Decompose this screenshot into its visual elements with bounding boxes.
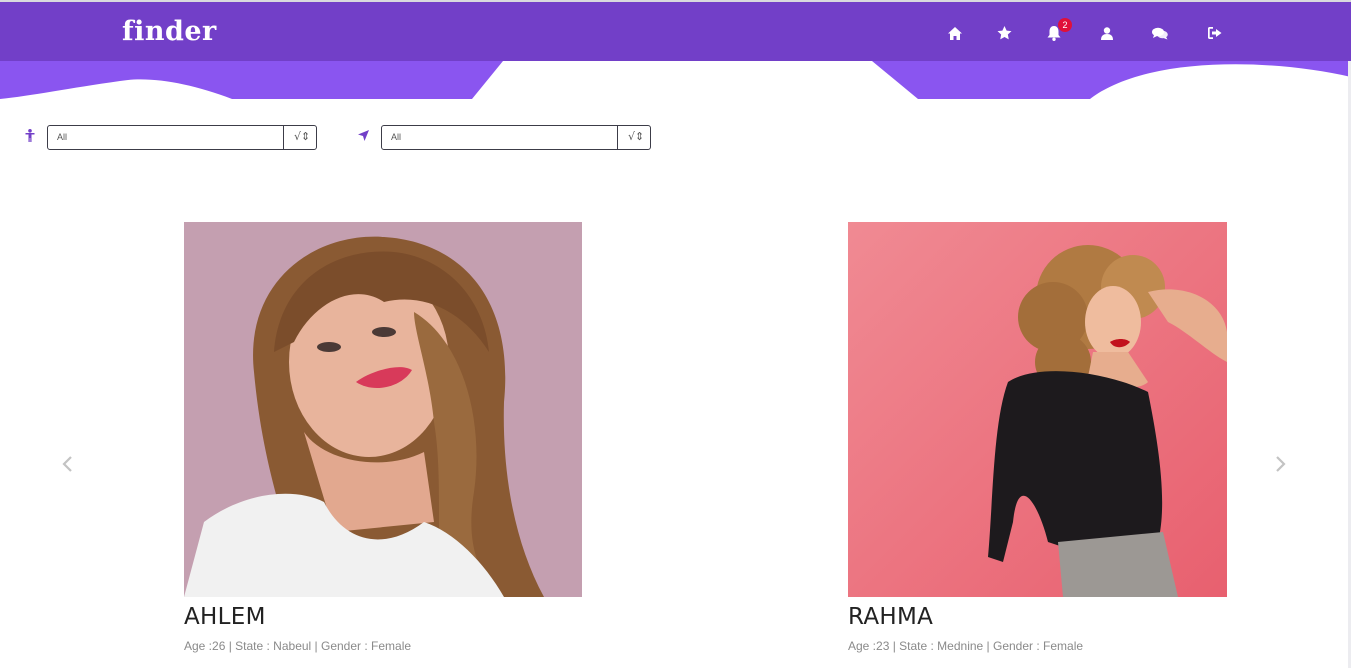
star-icon[interactable]: [995, 24, 1013, 42]
chat-icon[interactable]: [1151, 24, 1169, 42]
gender-filter-select[interactable]: All √⇕: [47, 125, 317, 150]
profile-photo[interactable]: [848, 222, 1227, 597]
user-icon[interactable]: [1098, 24, 1116, 42]
logout-icon[interactable]: [1206, 24, 1224, 42]
carousel-next-icon[interactable]: [1272, 453, 1288, 475]
notification-badge: 2: [1058, 18, 1072, 32]
profile-name[interactable]: RAHMA: [848, 604, 933, 630]
navbar: finder: [0, 2, 1351, 61]
carousel-prev-icon[interactable]: [60, 453, 76, 475]
select-divider: [283, 126, 284, 149]
profile-photo[interactable]: [184, 222, 582, 597]
profile-details: Age :23 | State : Mednine | Gender : Fem…: [848, 639, 1084, 653]
location-filter-select[interactable]: All √⇕: [381, 125, 651, 150]
gender-filter-value: All: [57, 132, 68, 142]
home-icon[interactable]: [946, 24, 964, 42]
header-wave: [0, 61, 1351, 99]
select-divider: [617, 126, 618, 149]
brand-logo[interactable]: finder: [122, 16, 217, 47]
location-arrow-icon: [356, 128, 370, 142]
select-dropdown-icon[interactable]: √⇕: [294, 130, 310, 143]
location-filter-value: All: [391, 132, 402, 142]
profile-name[interactable]: AHLEM: [184, 604, 266, 630]
select-dropdown-icon[interactable]: √⇕: [628, 130, 644, 143]
person-icon: [23, 128, 37, 142]
profile-details: Age :26 | State : Nabeul | Gender : Fema…: [184, 639, 412, 653]
